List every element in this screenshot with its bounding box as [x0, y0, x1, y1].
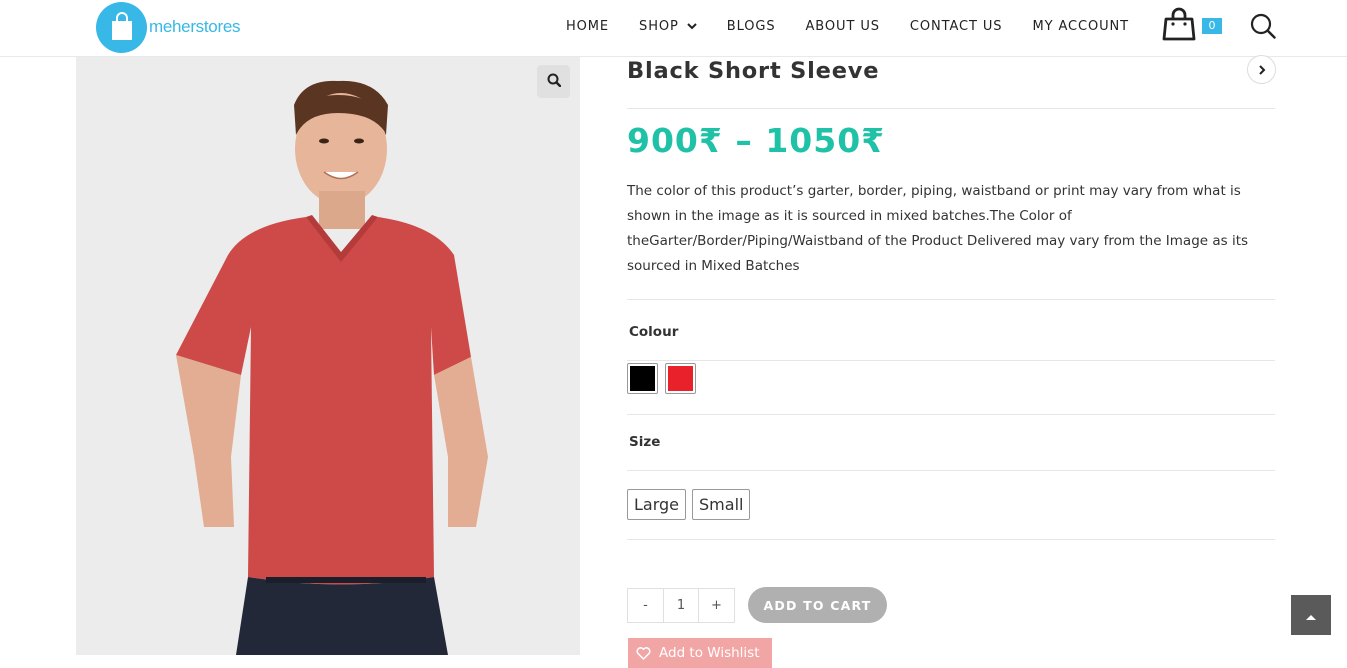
logo-text: meherstores [149, 17, 241, 36]
add-to-wishlist-button[interactable]: Add to Wishlist [628, 638, 772, 668]
nav-item-shop[interactable]: SHOP [639, 19, 697, 34]
divider [627, 539, 1275, 540]
nav-item-label: BLOGS [726, 18, 776, 34]
divider [627, 414, 1275, 415]
colour-swatches [627, 363, 703, 394]
product-title: Black Short Sleeve [627, 58, 880, 84]
qty-minus-button[interactable]: - [627, 588, 664, 623]
chevron-up-icon [1305, 606, 1317, 625]
next-product-button[interactable] [1247, 55, 1276, 84]
swatch-fill [630, 366, 655, 391]
product-description: The color of this product’s garter, bord… [627, 183, 1249, 274]
size-label: Size [629, 434, 661, 450]
site-header: meherstores HOME SHOP BLOGS ABOUT US CON… [0, 0, 1347, 57]
site-logo[interactable]: meherstores [96, 1, 241, 53]
scroll-to-top-button[interactable] [1291, 595, 1331, 635]
nav-item-label: SHOP [639, 18, 679, 34]
nav-item-label: CONTACT US [909, 18, 1003, 34]
product-price: 900₹ – 1050₹ [627, 121, 886, 160]
chevron-down-icon [687, 22, 697, 30]
search-icon [1250, 13, 1276, 43]
wishlist-label: Add to Wishlist [659, 645, 760, 661]
colour-label: Colour [629, 324, 679, 340]
quantity-stepper: - 1 + [627, 588, 735, 623]
divider [627, 299, 1275, 300]
divider [627, 108, 1275, 109]
divider [627, 360, 1275, 361]
swatch-black[interactable] [627, 363, 658, 394]
cart-button[interactable]: 0 [1162, 6, 1224, 46]
qty-plus-button[interactable]: + [698, 588, 735, 623]
nav-item-label: HOME [566, 18, 610, 34]
cart-count-badge: 0 [1202, 18, 1222, 34]
shopping-bag-icon [1162, 6, 1198, 46]
product-image[interactable] [76, 57, 580, 655]
size-large[interactable]: Large [627, 489, 687, 520]
search-button[interactable] [1250, 13, 1276, 43]
nav-item-contact-us[interactable]: CONTACT US [910, 19, 1003, 34]
magnifier-icon [547, 72, 561, 91]
nav-item-about-us[interactable]: ABOUT US [806, 19, 880, 34]
main-navigation: HOME SHOP BLOGS ABOUT US CONTACT US MY A… [566, 0, 1159, 52]
size-options: Large Small [627, 489, 756, 520]
nav-item-blogs[interactable]: BLOGS [727, 19, 776, 34]
divider [627, 470, 1275, 471]
qty-input[interactable]: 1 [664, 588, 698, 623]
product-photo-illustration [76, 57, 580, 655]
swatch-fill [668, 366, 693, 391]
nav-item-label: MY ACCOUNT [1032, 18, 1129, 34]
add-to-cart-button[interactable]: ADD TO CART [748, 587, 887, 623]
shopping-bag-logo-icon [96, 1, 147, 53]
nav-item-my-account[interactable]: MY ACCOUNT [1032, 19, 1129, 34]
swatch-red[interactable] [665, 363, 696, 394]
size-small[interactable]: Small [692, 489, 751, 520]
zoom-button[interactable] [537, 65, 570, 98]
nav-item-home[interactable]: HOME [566, 19, 609, 34]
heart-icon [636, 646, 651, 660]
nav-item-label: ABOUT US [805, 18, 880, 34]
chevron-right-icon [1257, 60, 1267, 79]
